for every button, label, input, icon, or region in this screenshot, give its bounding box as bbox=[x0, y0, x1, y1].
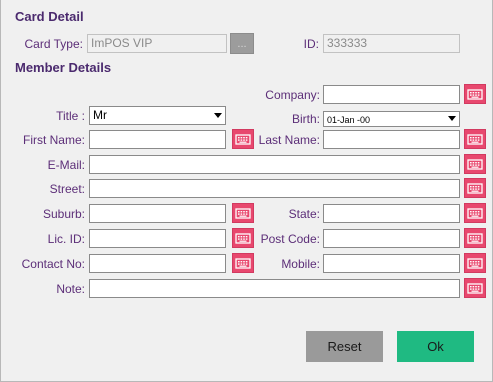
card-detail-heading: Card Detail bbox=[15, 9, 84, 24]
reset-button[interactable]: Reset bbox=[306, 331, 383, 362]
keyboard-icon bbox=[465, 179, 485, 197]
card-type-picker-button[interactable]: ... bbox=[230, 33, 254, 54]
note-keyboard-button[interactable] bbox=[464, 278, 486, 298]
chevron-down-icon bbox=[211, 108, 224, 123]
company-field[interactable] bbox=[323, 85, 460, 104]
street-keyboard-button[interactable] bbox=[464, 178, 486, 198]
email-keyboard-button[interactable] bbox=[464, 154, 486, 174]
keyboard-icon bbox=[233, 254, 253, 272]
last-name-field[interactable] bbox=[323, 130, 460, 149]
contact-no-label: Contact No: bbox=[21, 257, 85, 271]
lic-id-label: Lic. ID: bbox=[47, 232, 85, 246]
last-name-label: Last Name: bbox=[258, 133, 320, 147]
lic-id-field[interactable] bbox=[89, 229, 226, 248]
last-name-keyboard-button[interactable] bbox=[464, 129, 486, 149]
first-name-field[interactable] bbox=[89, 130, 226, 149]
keyboard-icon bbox=[465, 254, 485, 272]
company-keyboard-button[interactable] bbox=[464, 84, 486, 104]
birth-label: Birth: bbox=[291, 112, 320, 126]
title-label: Title : bbox=[56, 109, 85, 123]
post-code-label: Post Code: bbox=[260, 232, 320, 246]
keyboard-icon bbox=[233, 229, 253, 247]
first-name-label: First Name: bbox=[22, 133, 85, 147]
email-label: E-Mail: bbox=[47, 158, 85, 172]
chevron-down-icon bbox=[445, 112, 458, 125]
state-keyboard-button[interactable] bbox=[464, 203, 486, 223]
keyboard-icon bbox=[465, 279, 485, 297]
state-field[interactable] bbox=[323, 204, 460, 223]
member-detail-window: Card Detail Card Type: ImPOS VIP ... ID:… bbox=[0, 0, 493, 382]
contact-no-field[interactable] bbox=[89, 254, 226, 273]
id-label: ID: bbox=[303, 37, 319, 51]
ok-button[interactable]: Ok bbox=[397, 331, 474, 362]
keyboard-icon bbox=[465, 204, 485, 222]
state-label: State: bbox=[288, 207, 320, 221]
suburb-field[interactable] bbox=[89, 204, 226, 223]
id-field: 333333 bbox=[323, 34, 460, 53]
mobile-keyboard-button[interactable] bbox=[464, 253, 486, 273]
keyboard-icon bbox=[233, 130, 253, 148]
keyboard-icon bbox=[465, 229, 485, 247]
note-label: Note: bbox=[56, 282, 85, 296]
street-label: Street: bbox=[49, 182, 85, 196]
birth-date-value: 01-Jan -00 bbox=[327, 115, 371, 125]
street-field[interactable] bbox=[89, 179, 460, 198]
mobile-label: Mobile: bbox=[281, 257, 320, 271]
keyboard-icon bbox=[465, 85, 485, 103]
post-code-keyboard-button[interactable] bbox=[464, 228, 486, 248]
keyboard-icon bbox=[233, 204, 253, 222]
suburb-label: Suburb: bbox=[42, 207, 85, 221]
company-label: Company: bbox=[265, 88, 320, 102]
member-details-heading: Member Details bbox=[15, 60, 112, 75]
post-code-field[interactable] bbox=[323, 229, 460, 248]
card-type-field: ImPOS VIP bbox=[87, 34, 227, 53]
mobile-field[interactable] bbox=[323, 254, 460, 273]
title-select-value: Mr bbox=[93, 108, 107, 122]
note-field[interactable] bbox=[89, 279, 460, 298]
keyboard-icon bbox=[465, 130, 485, 148]
card-type-label: Card Type: bbox=[24, 37, 83, 51]
keyboard-icon bbox=[465, 155, 485, 173]
birth-date-picker[interactable]: 01-Jan -00 bbox=[323, 111, 460, 127]
title-select[interactable]: Mr bbox=[89, 106, 226, 125]
email-field[interactable] bbox=[89, 155, 460, 174]
